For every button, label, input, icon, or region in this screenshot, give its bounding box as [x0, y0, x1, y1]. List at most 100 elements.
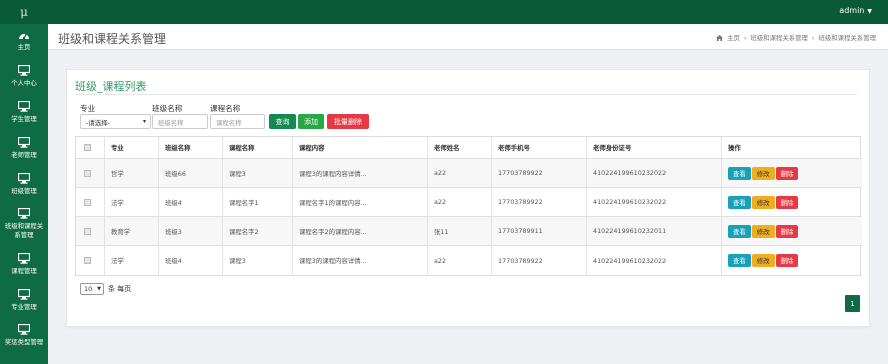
row-checkbox[interactable] [84, 198, 91, 206]
sidebar-item-label: 个人中心 [11, 79, 37, 87]
home-icon [716, 34, 724, 41]
chevron-down-icon: ▾ [142, 118, 146, 125]
edit-button[interactable]: 修改 [751, 224, 775, 238]
user-name: admin [839, 6, 865, 15]
bulk-delete-button[interactable]: 批量删除 [327, 114, 369, 129]
view-button[interactable]: 查看 [728, 166, 751, 180]
table-cell: 17703789922 [491, 246, 586, 275]
panel-title: 班级_课程列表 [75, 80, 147, 93]
class-name-input[interactable]: 班级名称 [152, 114, 208, 129]
dashboard-icon [19, 33, 29, 40]
user-menu[interactable]: admin ▼ [839, 6, 872, 15]
sidebar-item-courses[interactable]: 课程管理 [0, 253, 48, 276]
monitor-icon [18, 137, 30, 148]
sidebar-item-label: 老师管理 [11, 151, 37, 159]
sidebar-item-home[interactable]: 主页 [0, 30, 48, 52]
table-cell: 张11 [427, 217, 491, 245]
select-all-checkbox[interactable] [84, 144, 91, 151]
sidebar-item-classes[interactable]: 班级管理 [0, 173, 48, 196]
monitor-icon [18, 208, 30, 219]
major-label: 专业 [80, 104, 96, 113]
table-cell: 课程3 [222, 246, 292, 275]
table-row: 法学 班级4 课程3 课程3的课程内容详情... a22 17703789922… [76, 246, 862, 275]
course-name-input[interactable]: 课程名称 [210, 114, 265, 129]
breadcrumb-separator-icon: › [811, 33, 815, 42]
sidebar-item-label: 奖惩类型管理 [4, 338, 44, 346]
edit-button[interactable]: 修改 [751, 195, 775, 209]
sidebar-item-majors[interactable]: 专业管理 [0, 289, 48, 312]
table-cell: a22 [427, 159, 491, 187]
page-size-control: 10 ▼ 条 每页 [80, 283, 131, 295]
table-cell: 课程名字1 [222, 188, 292, 216]
table-cell: 课程3 [222, 159, 292, 187]
sidebar-item-students[interactable]: 学生管理 [0, 101, 48, 124]
breadcrumb-home[interactable]: 主页 [727, 33, 740, 42]
view-button[interactable]: 查看 [728, 195, 751, 209]
delete-button[interactable]: 删除 [775, 195, 799, 209]
view-button[interactable]: 查看 [728, 254, 751, 267]
table-cell: 17703789911 [491, 217, 586, 245]
major-select[interactable]: -请选择- ▾ [80, 114, 151, 129]
table-cell: 法学 [104, 188, 158, 216]
course-name-label: 课程名称 [210, 104, 241, 113]
table-cell: 哲学 [104, 159, 158, 187]
sidebar-item-teachers[interactable]: 老师管理 [0, 137, 48, 160]
monitor-icon [18, 324, 30, 335]
table-cell: 410224199610232022 [586, 246, 721, 275]
search-button[interactable]: 查询 [269, 114, 296, 129]
column-header: 专业 [104, 137, 158, 158]
sidebar-item-label: 专业管理 [11, 303, 37, 311]
monitor-icon [18, 253, 30, 264]
column-header: 老师姓名 [427, 137, 491, 158]
row-actions: 查看 修改 删除 [721, 188, 862, 216]
app-logo[interactable]: μ [0, 0, 48, 24]
add-button[interactable]: 添加 [298, 114, 324, 129]
breadcrumb-separator-icon: › [743, 33, 747, 42]
delete-button[interactable]: 删除 [775, 166, 799, 180]
edit-button[interactable]: 修改 [751, 166, 775, 180]
sidebar-item-profile[interactable]: 个人中心 [0, 65, 48, 88]
table-cell: 课程名字1的课程内容... [292, 188, 427, 216]
page-button-current[interactable]: 1 [845, 295, 860, 312]
table-cell: 410224199610232011 [586, 217, 721, 245]
sidebar-item-label: 班级管理 [11, 187, 37, 195]
table-cell: 法学 [104, 246, 158, 275]
row-actions: 查看 修改 删除 [721, 246, 862, 275]
view-button[interactable]: 查看 [728, 224, 751, 238]
row-checkbox[interactable] [84, 227, 91, 235]
page-size-suffix: 条 每页 [108, 285, 132, 293]
column-header: 操作 [721, 137, 862, 158]
class-name-label: 班级名称 [152, 104, 183, 113]
table-cell: 班级4 [158, 188, 222, 216]
sidebar-item-label: 班级和课程关系管理 [4, 222, 44, 239]
delete-button[interactable]: 删除 [775, 254, 799, 267]
page-size-value: 10 [84, 285, 93, 293]
row-checkbox[interactable] [84, 257, 91, 264]
sidebar-item-class-course[interactable]: 班级和课程关系管理 [0, 208, 48, 240]
table-cell: 17703789922 [491, 188, 586, 216]
page-header: 班级和课程关系管理 主页 › 班级和课程关系管理 › 班级和课程关系管理 [48, 24, 888, 50]
monitor-icon [18, 101, 30, 112]
table-cell: a22 [427, 188, 491, 216]
column-header: 老师手机号 [491, 137, 586, 158]
chevron-down-icon: ▼ [97, 286, 101, 292]
edit-button[interactable]: 修改 [751, 254, 775, 267]
monitor-icon [18, 289, 30, 300]
row-checkbox[interactable] [84, 169, 91, 177]
page-size-select[interactable]: 10 ▼ [80, 283, 104, 295]
table-cell: 课程名字2的课程内容... [292, 217, 427, 245]
column-header: 班级名称 [158, 137, 222, 158]
sidebar-item-label: 学生管理 [11, 115, 37, 123]
top-bar: μ admin ▼ [0, 0, 888, 24]
monitor-icon [18, 65, 30, 76]
table-cell: 班级66 [158, 159, 222, 187]
sidebar-item-reward-types[interactable]: 奖惩类型管理 [0, 324, 48, 347]
breadcrumb-item[interactable]: 班级和课程关系管理 [750, 33, 808, 42]
sidebar: 主页 个人中心 学生管理 老师管理 班级管理 班级和课程关系管理 课程管理 专业… [0, 24, 48, 364]
column-header: 课程名称 [222, 137, 292, 158]
delete-button[interactable]: 删除 [775, 224, 799, 238]
monitor-icon [18, 173, 30, 184]
table-header-row: 专业 班级名称 课程名称 课程内容 老师姓名 老师手机号 老师身份证号 操作 [76, 137, 862, 159]
row-actions: 查看 修改 删除 [721, 217, 862, 245]
data-table: 专业 班级名称 课程名称 课程内容 老师姓名 老师手机号 老师身份证号 操作 哲… [75, 136, 862, 276]
